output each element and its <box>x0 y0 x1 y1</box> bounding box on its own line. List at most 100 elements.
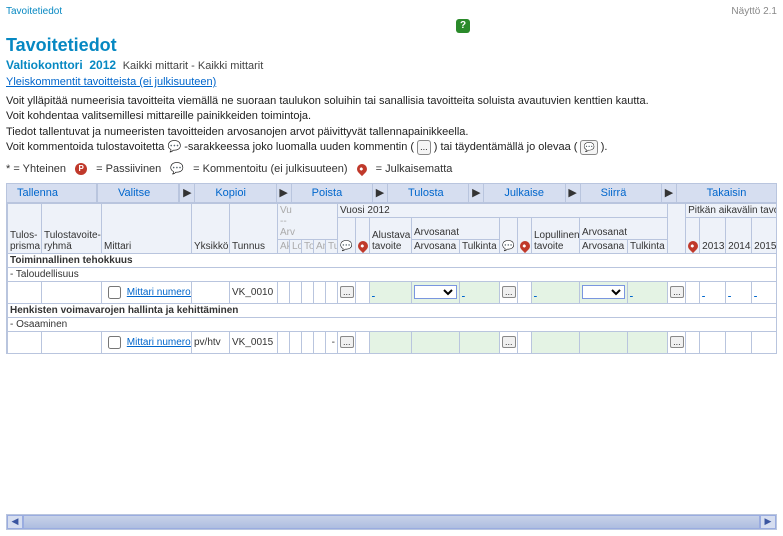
col-tu: Tu <box>326 239 338 253</box>
alustava-cell-1[interactable] <box>372 287 375 298</box>
col-arvosanat-2: Arvosanat <box>580 217 668 239</box>
info-line-4a: Voit kommentoida tulostavoitetta <box>6 141 167 153</box>
scroll-right-icon[interactable]: ▶ <box>760 515 776 529</box>
scroll-left-icon[interactable]: ◀ <box>7 515 23 529</box>
print-dropdown-icon[interactable]: ▶ <box>468 184 483 202</box>
mittari-link-2[interactable]: Mittari numero 2 <box>127 337 192 348</box>
row-checkbox[interactable] <box>108 336 121 349</box>
col-arvosanat-1: Arvosanat <box>412 217 500 239</box>
col-arvosana-1[interactable]: Arvosana <box>412 239 460 253</box>
publish-button[interactable]: Julkaise <box>483 184 564 202</box>
back-button[interactable]: Takaisin <box>676 184 776 202</box>
col-tulkinta-1[interactable]: Tulkinta <box>460 239 500 253</box>
info-line-4b: -sarakkeessa joko luomalla uuden komment… <box>184 141 414 153</box>
col-alustava[interactable]: Alustava tavoite <box>370 217 412 253</box>
passive-icon: P <box>75 163 87 175</box>
toolbar: Tallenna Valitse ▶ Kopioi ▶ Poista ▶ Tul… <box>6 183 777 203</box>
move-dropdown-icon[interactable]: ▶ <box>661 184 676 202</box>
table-row: Mittari numero 2 pv/htv VK_0015 - ... ..… <box>8 331 778 353</box>
arvosana-select-1a[interactable] <box>414 285 457 299</box>
arvosana-select-1b[interactable] <box>582 285 625 299</box>
subgroup-2: - Osaaminen <box>8 317 778 331</box>
unit-2: pv/htv <box>192 331 230 353</box>
table-row-subgroup: - Taloudellisuus <box>8 267 778 281</box>
info-line-4d: ). <box>601 141 608 153</box>
tulkinta-cell-1a[interactable] <box>462 287 465 298</box>
lopullinen-cell-1[interactable] <box>534 287 537 298</box>
col-pin-2 <box>518 217 532 253</box>
publish-dropdown-icon[interactable]: ▶ <box>565 184 580 202</box>
table-row: Mittari numero 1 VK_0010 ... ... ... <box>8 281 778 303</box>
select-dropdown-icon[interactable]: ▶ <box>179 184 194 202</box>
col-pin-3 <box>686 217 700 253</box>
pitkav-btn-2[interactable]: ... <box>670 336 684 348</box>
col-to: To <box>302 239 314 253</box>
legend: * = Yhteinen P = Passiivinen 💬 = Komment… <box>6 162 777 175</box>
comment-column-icon: 💬 <box>167 141 181 153</box>
info-line-1: Voit ylläpitää numeerisia tavoitteita vi… <box>6 94 777 109</box>
year: 2012 <box>89 58 116 72</box>
y2014-cell-1[interactable] <box>728 287 731 298</box>
help-icon[interactable]: ? <box>456 19 470 33</box>
breadcrumb[interactable]: Tavoitetiedot <box>6 6 62 17</box>
col-lopullinen[interactable]: Lopullinen tavoite <box>532 217 580 253</box>
data-grid: Tulos- prisma Tulostavoite- ryhmä Mittar… <box>7 203 777 354</box>
col-tulkinta-2[interactable]: Tulkinta <box>628 239 668 253</box>
row-checkbox[interactable] <box>108 286 121 299</box>
col-comment-1: 💬 <box>338 217 356 253</box>
comment-btn-2a[interactable]: ... <box>340 336 354 348</box>
table-row-subgroup: - Osaaminen <box>8 317 778 331</box>
horizontal-scrollbar[interactable]: ◀ ▶ <box>6 514 777 530</box>
col-group-short: Vu--Arv <box>278 203 338 239</box>
comment-icon: 💬 <box>170 163 184 175</box>
col-an: An <box>314 239 326 253</box>
info-block: Voit ylläpitää numeerisia tavoitteita vi… <box>6 94 777 156</box>
col-2015[interactable]: 2015 <box>752 217 777 253</box>
comment-btn-2b[interactable]: ... <box>502 336 516 348</box>
col-mittari[interactable]: Mittari <box>102 203 192 253</box>
unpublished-icon <box>355 162 369 176</box>
comment-btn-1b[interactable]: ... <box>502 286 516 298</box>
col-lo: Lo <box>290 239 302 253</box>
col-2014[interactable]: 2014 <box>726 217 752 253</box>
table-row-group: Henkisten voimavarojen hallinta ja kehit… <box>8 303 778 317</box>
table-row-group: Toiminnallinen tehokkuus <box>8 253 778 267</box>
comment-btn-1a[interactable]: ... <box>340 286 354 298</box>
pitkav-btn-1[interactable]: ... <box>670 286 684 298</box>
col-ryhma[interactable]: Tulostavoite- ryhmä <box>42 203 102 253</box>
legend-unpublished: = Julkaisematta <box>376 163 453 175</box>
tulkinta-cell-1b[interactable] <box>630 287 633 298</box>
delete-button[interactable]: Poista <box>291 184 372 202</box>
group-2: Henkisten voimavarojen hallinta ja kehit… <box>8 303 778 317</box>
legend-comment: = Kommentoitu (ei julkisuuteen) <box>193 163 347 175</box>
col-tulosprisma[interactable]: Tulos- prisma <box>8 203 42 253</box>
scroll-thumb[interactable] <box>23 515 760 529</box>
col-comment-2: 💬 <box>500 217 518 253</box>
y2013-cell-1[interactable] <box>702 287 705 298</box>
screen-label: Näyttö 2.1 <box>731 6 777 17</box>
col-ak: Ak <box>278 239 290 253</box>
comments-link[interactable]: Yleiskommentit tavoitteista (ei julkisuu… <box>6 76 216 88</box>
move-button[interactable]: Siirrä <box>580 184 661 202</box>
col-vuosi: Vuosi 2012 <box>338 203 668 217</box>
col-ellipsis-pitkav <box>668 203 686 253</box>
col-yksikko[interactable]: Yksikkö <box>192 203 230 253</box>
y2015-cell-1[interactable] <box>754 287 757 298</box>
col-arvosana-2[interactable]: Arvosana <box>580 239 628 253</box>
copy-button[interactable]: Kopioi <box>194 184 275 202</box>
info-line-3: Tiedot tallentuvat ja numeeristen tavoit… <box>6 125 777 140</box>
code-2: VK_0015 <box>230 331 278 353</box>
save-button[interactable]: Tallenna <box>7 184 97 202</box>
print-button[interactable]: Tulosta <box>387 184 468 202</box>
copy-dropdown-icon[interactable]: ▶ <box>276 184 291 202</box>
delete-dropdown-icon[interactable]: ▶ <box>372 184 387 202</box>
col-2013[interactable]: 2013 <box>700 217 726 253</box>
legend-star: * = Yhteinen <box>6 163 66 175</box>
ellipsis-icon: ... <box>417 140 431 155</box>
col-tunnus[interactable]: Tunnus <box>230 203 278 253</box>
legend-passive: = Passiivinen <box>96 163 161 175</box>
select-button[interactable]: Valitse <box>97 184 179 202</box>
code-1: VK_0010 <box>230 281 278 303</box>
col-pin-1 <box>356 217 370 253</box>
mittari-link-1[interactable]: Mittari numero 1 <box>127 287 192 298</box>
